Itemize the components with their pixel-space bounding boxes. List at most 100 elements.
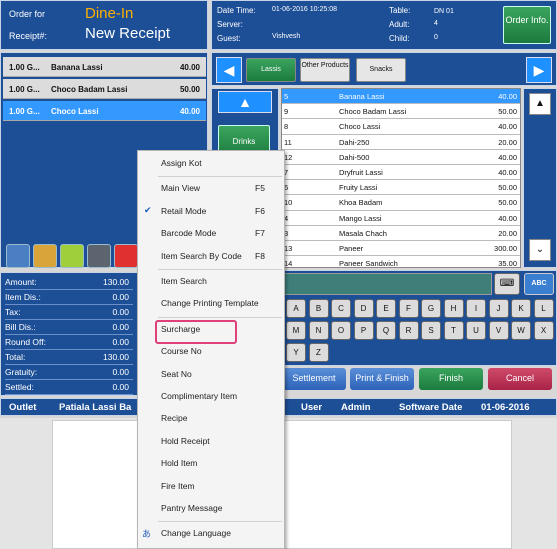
menu-item-label: Pantry Message (161, 503, 223, 513)
key-e[interactable]: E (376, 299, 396, 318)
item-row[interactable]: 10 Khoa Badam 50.00 (282, 195, 520, 211)
totals-label: Item Dis.: (5, 292, 41, 302)
menu-item-barcode-mode[interactable]: Barcode Mode F7 (138, 223, 284, 243)
item-row[interactable]: 5 Banana Lassi 40.00 (282, 89, 520, 105)
key-v[interactable]: V (488, 321, 509, 340)
delete-icon[interactable] (114, 244, 138, 268)
item-row[interactable]: 11 Dahi-250 20.00 (282, 135, 520, 150)
menu-item-course-no[interactable]: Course No (138, 341, 284, 361)
menu-item-fire-item[interactable]: Fire Item (138, 476, 284, 496)
menu-item-assign-kot[interactable]: Assign Kot (138, 153, 284, 173)
scroll-down-button[interactable]: ⌄ (529, 239, 551, 261)
item-code: 13 (284, 244, 293, 253)
software-date-value: 01-06-2016 (481, 402, 530, 413)
item-row[interactable]: 7 Dryfruit Lassi 40.00 (282, 165, 520, 181)
table-label: Table: (389, 6, 411, 15)
menu-item-item-search[interactable]: Item Search (138, 271, 284, 291)
menu-item-label: Hold Item (161, 458, 198, 469)
totals-panel: Amount: 130.00 Item Dis.: 0.00 Tax: 0.00 Bill … (0, 272, 138, 396)
menu-item-item-search-by-code[interactable]: Item Search By Code F8 (138, 246, 284, 266)
category-next-button[interactable]: ▶ (526, 57, 552, 83)
key-b[interactable]: B (308, 299, 329, 318)
item-row[interactable]: 9 Choco Badam Lassi 50.00 (282, 104, 520, 120)
menu-item-main-view[interactable]: Main View F5 (138, 178, 284, 198)
keyboard-icon[interactable]: ⌨ (494, 273, 520, 295)
menu-item-label: Change Printing Template (161, 298, 259, 309)
folder-icon[interactable] (33, 244, 57, 268)
menu-item-retail-mode[interactable]: ✔ Retail Mode F6 (138, 201, 284, 221)
order-line[interactable]: 1.00 G... Choco Badam Lassi 50.00 (3, 79, 206, 99)
menu-item-label: Hold Receipt (161, 435, 210, 446)
settings-icon[interactable] (87, 244, 111, 268)
item-code: 5 (284, 92, 289, 101)
key-x[interactable]: X (533, 321, 554, 340)
key-o[interactable]: O (331, 321, 351, 340)
key-d[interactable]: D (353, 299, 374, 318)
item-row[interactable]: 14 Paneer Sandwich 35.00 (282, 256, 520, 268)
key-j[interactable]: J (488, 299, 509, 318)
key-u[interactable]: U (466, 321, 486, 340)
category-other-products[interactable]: Other Products (300, 58, 350, 82)
tag-icon[interactable] (60, 244, 84, 268)
item-row[interactable]: 3 Masala Chach 20.00 (282, 226, 520, 241)
item-row[interactable]: 6 Fruity Lassi 50.00 (282, 180, 520, 196)
menu-item-change-printing-template[interactable]: Change Printing Template (138, 293, 284, 313)
menu-item-change-language[interactable]: あ Change Language (138, 523, 284, 543)
item-price: 35.00 (498, 259, 517, 268)
keyboard-panel: ⌨ ABC ABCDEFGHIJKLMNOPQRSTUVWXYZ (281, 270, 557, 366)
menu-item-recipe[interactable]: Recipe (138, 408, 284, 428)
key-i[interactable]: I (466, 299, 486, 318)
guest-value: Vishvesh (272, 33, 301, 40)
key-m[interactable]: M (286, 321, 306, 340)
key-z[interactable]: Z (308, 343, 329, 362)
print-finish-button[interactable]: Print & Finish (350, 368, 414, 390)
item-row[interactable]: 4 Mango Lassi 40.00 (282, 211, 520, 226)
key-w[interactable]: W (511, 321, 531, 340)
item-price: 40.00 (498, 168, 517, 177)
key-l[interactable]: L (533, 299, 554, 318)
group-icon[interactable] (6, 244, 30, 268)
server-label: Server: (217, 20, 243, 29)
key-s[interactable]: S (421, 321, 441, 340)
key-k[interactable]: K (511, 299, 531, 318)
menu-item-seat-no[interactable]: Seat No (138, 364, 284, 384)
menu-item-shortcut: F7 (255, 228, 265, 239)
item-row[interactable]: 8 Choco Lassi 40.00 (282, 119, 520, 135)
child-value: 0 (434, 34, 438, 41)
key-q[interactable]: Q (376, 321, 396, 340)
key-f[interactable]: F (398, 299, 419, 318)
key-n[interactable]: N (308, 321, 329, 340)
item-price: 300.00 (494, 244, 517, 253)
key-g[interactable]: G (421, 299, 441, 318)
item-row[interactable]: 12 Dahi-500 40.00 (282, 150, 520, 165)
menu-item-hold-item[interactable]: Hold Item (138, 453, 284, 473)
category-prev-button[interactable]: ◀ (216, 57, 242, 83)
finish-button[interactable]: Finish (419, 368, 483, 390)
cancel-button[interactable]: Cancel (488, 368, 552, 390)
key-c[interactable]: C (331, 299, 351, 318)
key-p[interactable]: P (353, 321, 374, 340)
menu-item-label: Barcode Mode (161, 228, 217, 239)
item-row[interactable]: 13 Paneer 300.00 (282, 241, 520, 257)
menu-item-complimentary-item[interactable]: Complimentary Item (138, 386, 284, 406)
order-line[interactable]: 1.00 G... Choco Lassi 40.00 (3, 101, 206, 121)
category-lassis[interactable]: Lassis (246, 58, 296, 82)
scroll-up-button[interactable]: ▲ (529, 93, 551, 115)
key-h[interactable]: H (443, 299, 464, 318)
key-a[interactable]: A (286, 299, 306, 318)
search-input[interactable] (284, 273, 492, 295)
order-line-name: Choco Badam Lassi (51, 85, 128, 94)
key-r[interactable]: R (398, 321, 419, 340)
key-y[interactable]: Y (286, 343, 306, 362)
order-line[interactable]: 1.00 G... Banana Lassi 40.00 (3, 57, 206, 77)
abc-button[interactable]: ABC (524, 273, 554, 295)
category-snacks[interactable]: Snacks (356, 58, 406, 82)
group-up-button[interactable]: ▲ (218, 91, 272, 113)
menu-item-hold-receipt[interactable]: Hold Receipt (138, 431, 284, 451)
order-info-button[interactable]: Order Info. (503, 6, 551, 44)
menu-item-pantry-message[interactable]: Pantry Message (138, 498, 284, 518)
item-name: Choco Lassi (339, 122, 381, 132)
settlement-button[interactable]: Settlement (282, 368, 346, 390)
item-name: Banana Lassi (339, 92, 385, 101)
key-t[interactable]: T (443, 321, 464, 340)
